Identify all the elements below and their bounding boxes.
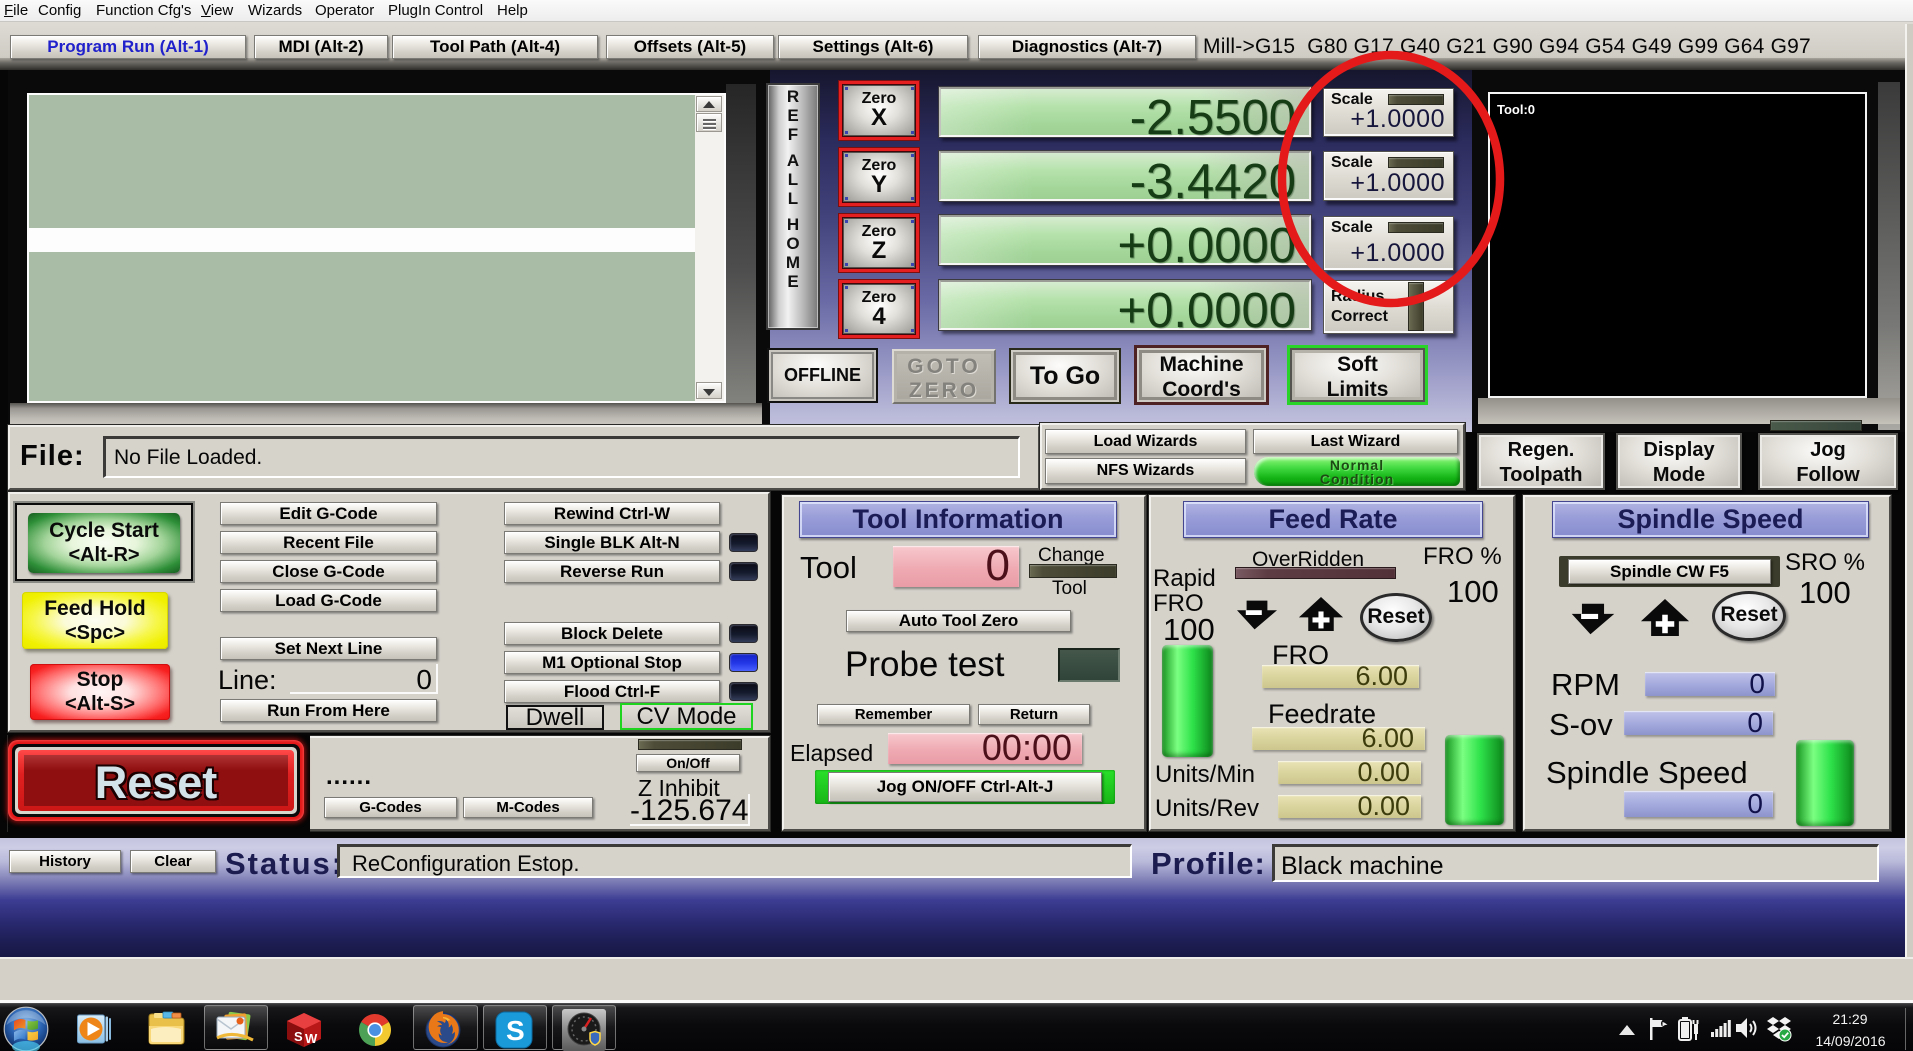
- svg-text:W: W: [305, 1031, 318, 1046]
- svg-text:S: S: [294, 1029, 303, 1044]
- svg-text:S: S: [506, 1015, 525, 1046]
